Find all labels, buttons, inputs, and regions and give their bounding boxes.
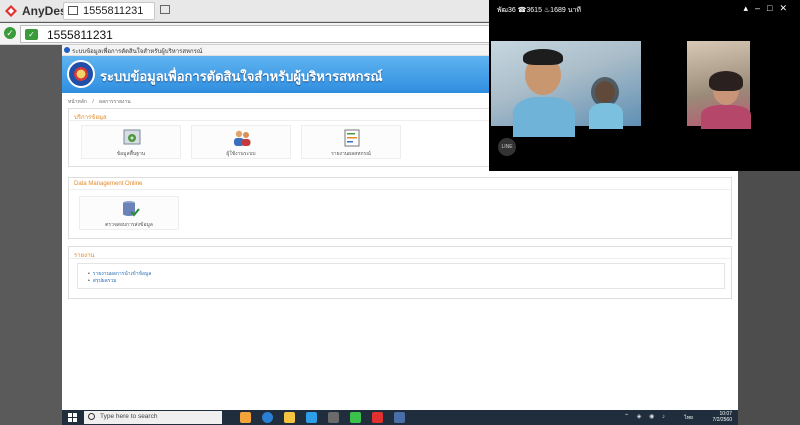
participant-shirt-3 (701, 105, 751, 129)
clock[interactable]: 10:07 7/2/2560 (713, 411, 732, 423)
data-management-header: Data Management Online (74, 181, 143, 187)
edge-icon[interactable] (262, 412, 273, 423)
maximize-icon[interactable]: □ (767, 3, 779, 13)
store-icon[interactable] (328, 412, 339, 423)
video-feed-main (491, 41, 641, 137)
tile-label: ข้อมูลพื้นฐาน (116, 151, 146, 157)
minimize-icon[interactable]: – (755, 3, 767, 13)
address-value: 1555811231 (47, 28, 113, 42)
divider (69, 258, 731, 259)
session-tab-label: 1555811231 (83, 5, 144, 17)
language-indicator[interactable]: ไทย (684, 414, 693, 422)
tile-label: ผู้ใช้งานระบบ (226, 151, 256, 157)
task-view-icon[interactable] (240, 412, 251, 423)
tile-basic-data[interactable]: ข้อมูลพื้นฐาน (81, 125, 181, 159)
pin-icon[interactable]: ▴ (743, 3, 755, 13)
breadcrumb-current: ผลการรายงาน (99, 99, 131, 105)
windows-start-icon[interactable] (68, 413, 77, 422)
breadcrumb-home[interactable]: หน้าหลัก (68, 99, 87, 105)
clock-date: 7/2/2560 (712, 417, 732, 423)
site-title: ระบบข้อมูลเพื่อการตัดสินใจสำหรับผู้บริหา… (100, 69, 383, 84)
address-field[interactable]: ✓ 1555811231 (20, 25, 490, 43)
close-icon[interactable]: ✕ (779, 3, 794, 13)
file-explorer-icon[interactable] (284, 412, 295, 423)
cooperative-logo-icon (67, 60, 95, 88)
system-tray-icons[interactable]: ⌃ ◈ ◉ ♪ (624, 413, 668, 420)
breadcrumb-separator: / (92, 99, 94, 105)
browser-tab-title: ระบบข้อมูลเพื่อการตัดสินใจสำหรับผู้บริหา… (72, 49, 203, 55)
reports-panel: รายงาน รายงานผลการนำเข้าข้อมูล สรุปผลรวม (68, 246, 732, 299)
app-icon[interactable] (394, 412, 405, 423)
line-app-badge: LINE (498, 138, 516, 156)
search-placeholder: Type here to search (100, 413, 158, 420)
tile-coop-report[interactable]: รายงานผลสหกรณ์ (301, 125, 401, 159)
tile-check-submission[interactable]: ตรวจสอบการส่งข้อมูล (79, 196, 179, 230)
tile-users[interactable]: ผู้ใช้งานระบบ (191, 125, 291, 159)
call-status-text: พัฒ36 ☎3615 ♨1689 นาที (497, 7, 582, 14)
tile-label: รายงานผลสหกรณ์ (331, 151, 371, 157)
window-controls: ▴–□✕ (743, 3, 794, 14)
video-call-window[interactable]: พัฒ36 ☎3615 ♨1689 นาที ▴–□✕ LINE (489, 0, 800, 171)
data-management-panel: Data Management Online ตรวจสอบการส่งข้อม… (68, 177, 732, 239)
session-tab[interactable]: 1555811231 (63, 2, 155, 20)
monitor-icon (68, 6, 78, 15)
anydesk-logo-icon (5, 5, 17, 17)
participant-hair (523, 49, 563, 65)
report-icon (344, 129, 360, 147)
windows-taskbar: Type here to search ⌃ ◈ ◉ ♪ ไทย 10:07 7/… (62, 410, 738, 425)
database-check-icon (123, 201, 140, 217)
connected-check-icon: ✓ (4, 27, 16, 39)
secure-connection-icon: ✓ (25, 29, 38, 40)
reports-list: รายงานผลการนำเข้าข้อมูล สรุปผลรวม (77, 263, 725, 289)
line-app-icon[interactable] (350, 412, 361, 423)
video-feed-secondary (687, 41, 751, 129)
search-icon (88, 413, 95, 420)
anydesk-app-icon[interactable] (372, 412, 383, 423)
breadcrumb: หน้าหลัก / ผลการรายงาน (68, 98, 488, 107)
desktop-background (738, 171, 800, 425)
participant-shirt (513, 97, 575, 137)
divider (69, 189, 731, 190)
report-link-summary[interactable]: สรุปผลรวม (88, 277, 117, 285)
taskbar-search-input[interactable]: Type here to search (84, 411, 222, 424)
participant-shirt-2 (589, 103, 623, 129)
ie-icon[interactable] (306, 412, 317, 423)
chat-icon[interactable] (160, 5, 170, 14)
standards-icon (123, 129, 141, 145)
site-favicon-icon (64, 47, 70, 53)
participant-hair-3 (709, 71, 743, 91)
tile-label: ตรวจสอบการส่งข้อมูล (105, 222, 153, 228)
users-icon (234, 130, 251, 146)
